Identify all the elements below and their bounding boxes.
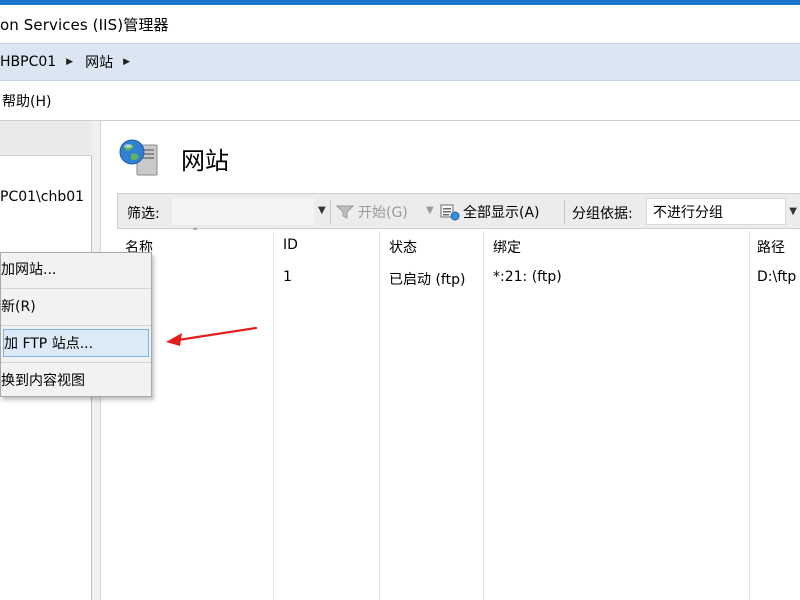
group-by-label: 分组依据:	[572, 206, 633, 222]
show-all-button[interactable]: 全部显示(A)	[440, 198, 540, 225]
menu-item-label: 新(R)	[1, 299, 36, 315]
menu-item-label: 加网站...	[1, 262, 57, 278]
go-dropdown-arrow-icon[interactable]: ▼	[426, 205, 434, 216]
globe-server-icon	[119, 139, 158, 176]
menu-separator	[1, 362, 151, 363]
site-id-cell: 1	[283, 269, 292, 285]
page-title: 网站	[181, 147, 229, 175]
go-button[interactable]: 开始(G)	[336, 198, 408, 225]
column-header-status[interactable]: 状态	[389, 237, 417, 257]
show-all-label: 全部显示(A)	[463, 204, 540, 221]
annotation-arrow-icon	[166, 326, 258, 346]
go-button-label: 开始(G)	[358, 204, 408, 221]
menu-help[interactable]: 帮助(H)	[0, 91, 53, 111]
connections-toolbar	[0, 121, 92, 156]
group-by-dropdown-arrow-icon[interactable]: ▼	[789, 206, 797, 217]
menu-item-add-website[interactable]: 加网站...	[1, 255, 151, 283]
show-all-icon	[440, 204, 460, 220]
toolbar-separator	[564, 200, 565, 224]
column-divider[interactable]	[749, 231, 750, 600]
menu-item-add-ftp-site[interactable]: 加 FTP 站点...	[3, 329, 149, 357]
site-status-cell: 已启动 (ftp)	[389, 272, 466, 288]
menu-item-refresh[interactable]: 新(R)	[1, 292, 151, 320]
column-divider[interactable]	[483, 231, 484, 600]
filter-dropdown-arrow-icon[interactable]: ▼	[318, 205, 326, 216]
group-by-select[interactable]: 不进行分组 ▼	[646, 198, 797, 225]
column-header-id[interactable]: ID	[283, 237, 298, 253]
menu-separator	[1, 325, 151, 326]
sites-table: ⌃ 名称 ID 状态 绑定 路径 ftp 1 已启动 (ftp) *:21: (…	[117, 227, 800, 600]
breadcrumb-sites[interactable]: 网站	[85, 52, 113, 72]
column-header-binding[interactable]: 绑定	[493, 237, 521, 257]
tree-node-server[interactable]: PC01\chb01	[0, 189, 84, 205]
address-bar[interactable]: HBPC01 ▶ 网站 ▶	[0, 43, 800, 81]
menu-separator	[1, 288, 151, 289]
site-binding-cell: *:21: (ftp)	[493, 269, 562, 285]
group-by-value: 不进行分组	[653, 204, 723, 221]
iis-manager-window: on Services (IIS)管理器 HBPC01 ▶ 网站 ▶ 帮助(H)…	[0, 0, 800, 600]
sites-content-pane: 网站 筛选: ▼ 开始(G) ▼ 全部显示(A) 分组依据: 不进行分组 ▼ ⌃…	[100, 121, 800, 600]
window-title: on Services (IIS)管理器	[0, 15, 169, 34]
filter-toolbar: 筛选: ▼ 开始(G) ▼ 全部显示(A) 分组依据: 不进行分组 ▼	[117, 193, 800, 229]
sort-ascending-icon: ⌃	[191, 227, 200, 238]
menu-item-label: 加 FTP 站点...	[4, 336, 94, 352]
site-path-cell: D:\ftp	[757, 269, 797, 285]
toolbar-separator	[330, 200, 331, 224]
breadcrumb-arrow-icon[interactable]: ▶	[123, 57, 130, 67]
filter-input[interactable]	[172, 198, 314, 225]
funnel-icon	[336, 205, 354, 219]
context-menu: 加网站... 新(R) 加 FTP 站点... 换到内容视图	[0, 252, 152, 397]
menu-bar: 帮助(H)	[0, 81, 800, 121]
menu-item-label: 换到内容视图	[1, 373, 85, 389]
filter-label: 筛选:	[127, 206, 160, 222]
breadcrumb-server[interactable]: HBPC01	[0, 54, 56, 70]
title-bar[interactable]: on Services (IIS)管理器	[0, 5, 800, 43]
menu-item-switch-content-view[interactable]: 换到内容视图	[1, 366, 151, 394]
column-divider[interactable]	[379, 231, 380, 600]
breadcrumb-arrow-icon[interactable]: ▶	[66, 57, 73, 67]
column-header-path[interactable]: 路径	[757, 237, 785, 257]
column-divider[interactable]	[273, 231, 274, 600]
